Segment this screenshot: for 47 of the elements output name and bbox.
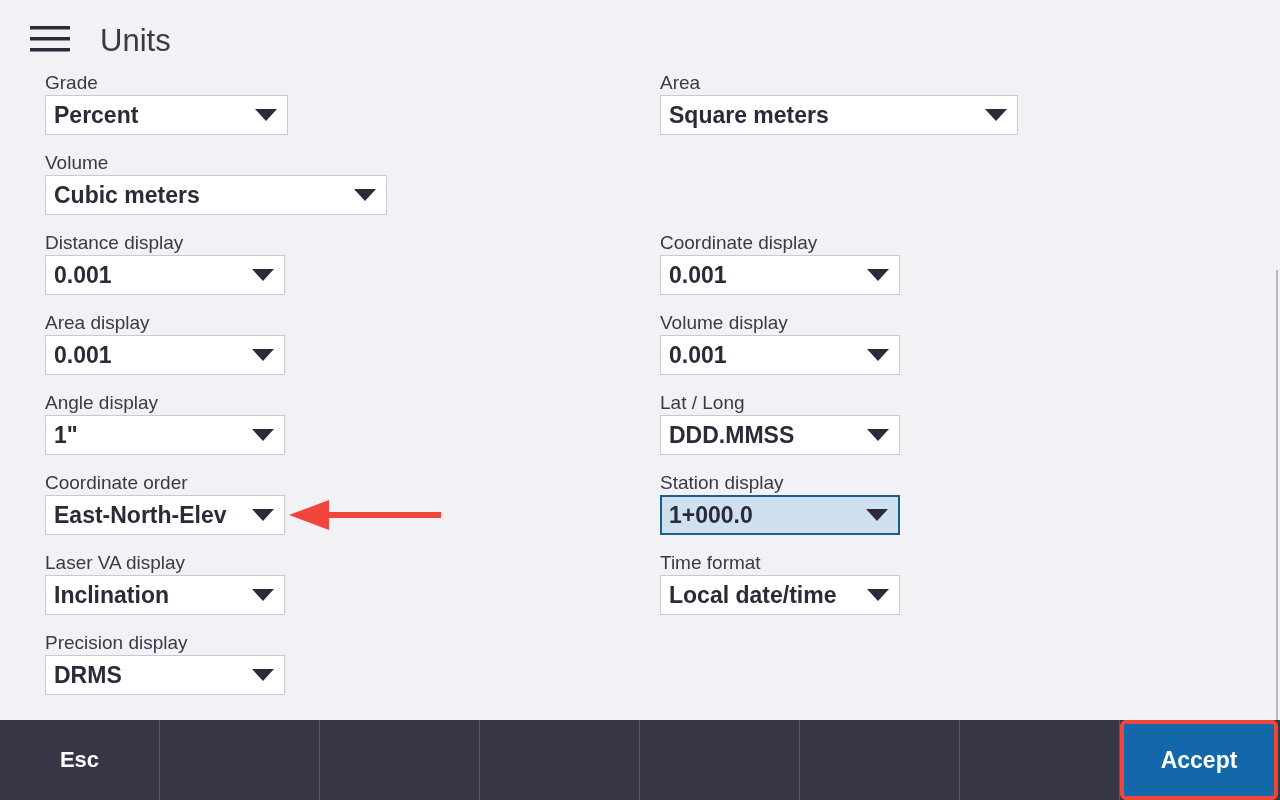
caret-icon bbox=[867, 589, 889, 601]
dropdown[interactable]: Local date/time bbox=[660, 575, 900, 615]
dropdown[interactable]: Cubic meters bbox=[45, 175, 387, 215]
page-title: Units bbox=[100, 23, 171, 59]
menu-icon[interactable] bbox=[30, 26, 70, 52]
dropdown[interactable]: Percent bbox=[45, 95, 288, 135]
caret-icon bbox=[252, 589, 274, 601]
caret-icon bbox=[252, 429, 274, 441]
field-label: Area display bbox=[45, 312, 151, 335]
caret-icon bbox=[867, 269, 889, 281]
field-label: Volume bbox=[45, 152, 110, 175]
accept-button[interactable]: Accept bbox=[1120, 720, 1278, 800]
esc-button[interactable]: Esc bbox=[0, 720, 160, 800]
caret-icon bbox=[252, 269, 274, 281]
caret-icon bbox=[985, 109, 1007, 121]
field-label: Coordinate order bbox=[45, 472, 189, 495]
dropdown[interactable]: 1" bbox=[45, 415, 285, 455]
dropdown[interactable]: DDD.MMSS bbox=[660, 415, 900, 455]
field-label: Volume display bbox=[660, 312, 789, 335]
dropdown[interactable]: 0.001 bbox=[45, 335, 285, 375]
dropdown[interactable]: East-North-Elev bbox=[45, 495, 285, 535]
caret-icon bbox=[867, 429, 889, 441]
field-label: Grade bbox=[45, 72, 99, 95]
caret-icon bbox=[255, 109, 277, 121]
dropdown[interactable]: Square meters bbox=[660, 95, 1018, 135]
dropdown[interactable]: Inclination bbox=[45, 575, 285, 615]
field-label: Area bbox=[660, 72, 702, 95]
field-label: Angle display bbox=[45, 392, 160, 415]
dropdown[interactable]: 0.001 bbox=[660, 255, 900, 295]
caret-icon bbox=[866, 509, 888, 521]
caret-icon bbox=[252, 349, 274, 361]
caret-icon bbox=[252, 509, 274, 521]
dropdown[interactable]: DRMS bbox=[45, 655, 285, 695]
dropdown[interactable]: 0.001 bbox=[45, 255, 285, 295]
field-label: Time format bbox=[660, 552, 762, 575]
caret-icon bbox=[354, 189, 376, 201]
field-label: Laser VA display bbox=[45, 552, 187, 575]
field-label: Lat / Long bbox=[660, 392, 746, 415]
caret-icon bbox=[252, 669, 274, 681]
dropdown[interactable]: 1+000.0 bbox=[660, 495, 900, 535]
field-label: Coordinate display bbox=[660, 232, 819, 255]
dropdown[interactable]: 0.001 bbox=[660, 335, 900, 375]
field-label: Station display bbox=[660, 472, 785, 495]
field-label: Distance display bbox=[45, 232, 185, 255]
field-label: Precision display bbox=[45, 632, 189, 655]
scrollbar[interactable] bbox=[1276, 270, 1278, 720]
caret-icon bbox=[867, 349, 889, 361]
